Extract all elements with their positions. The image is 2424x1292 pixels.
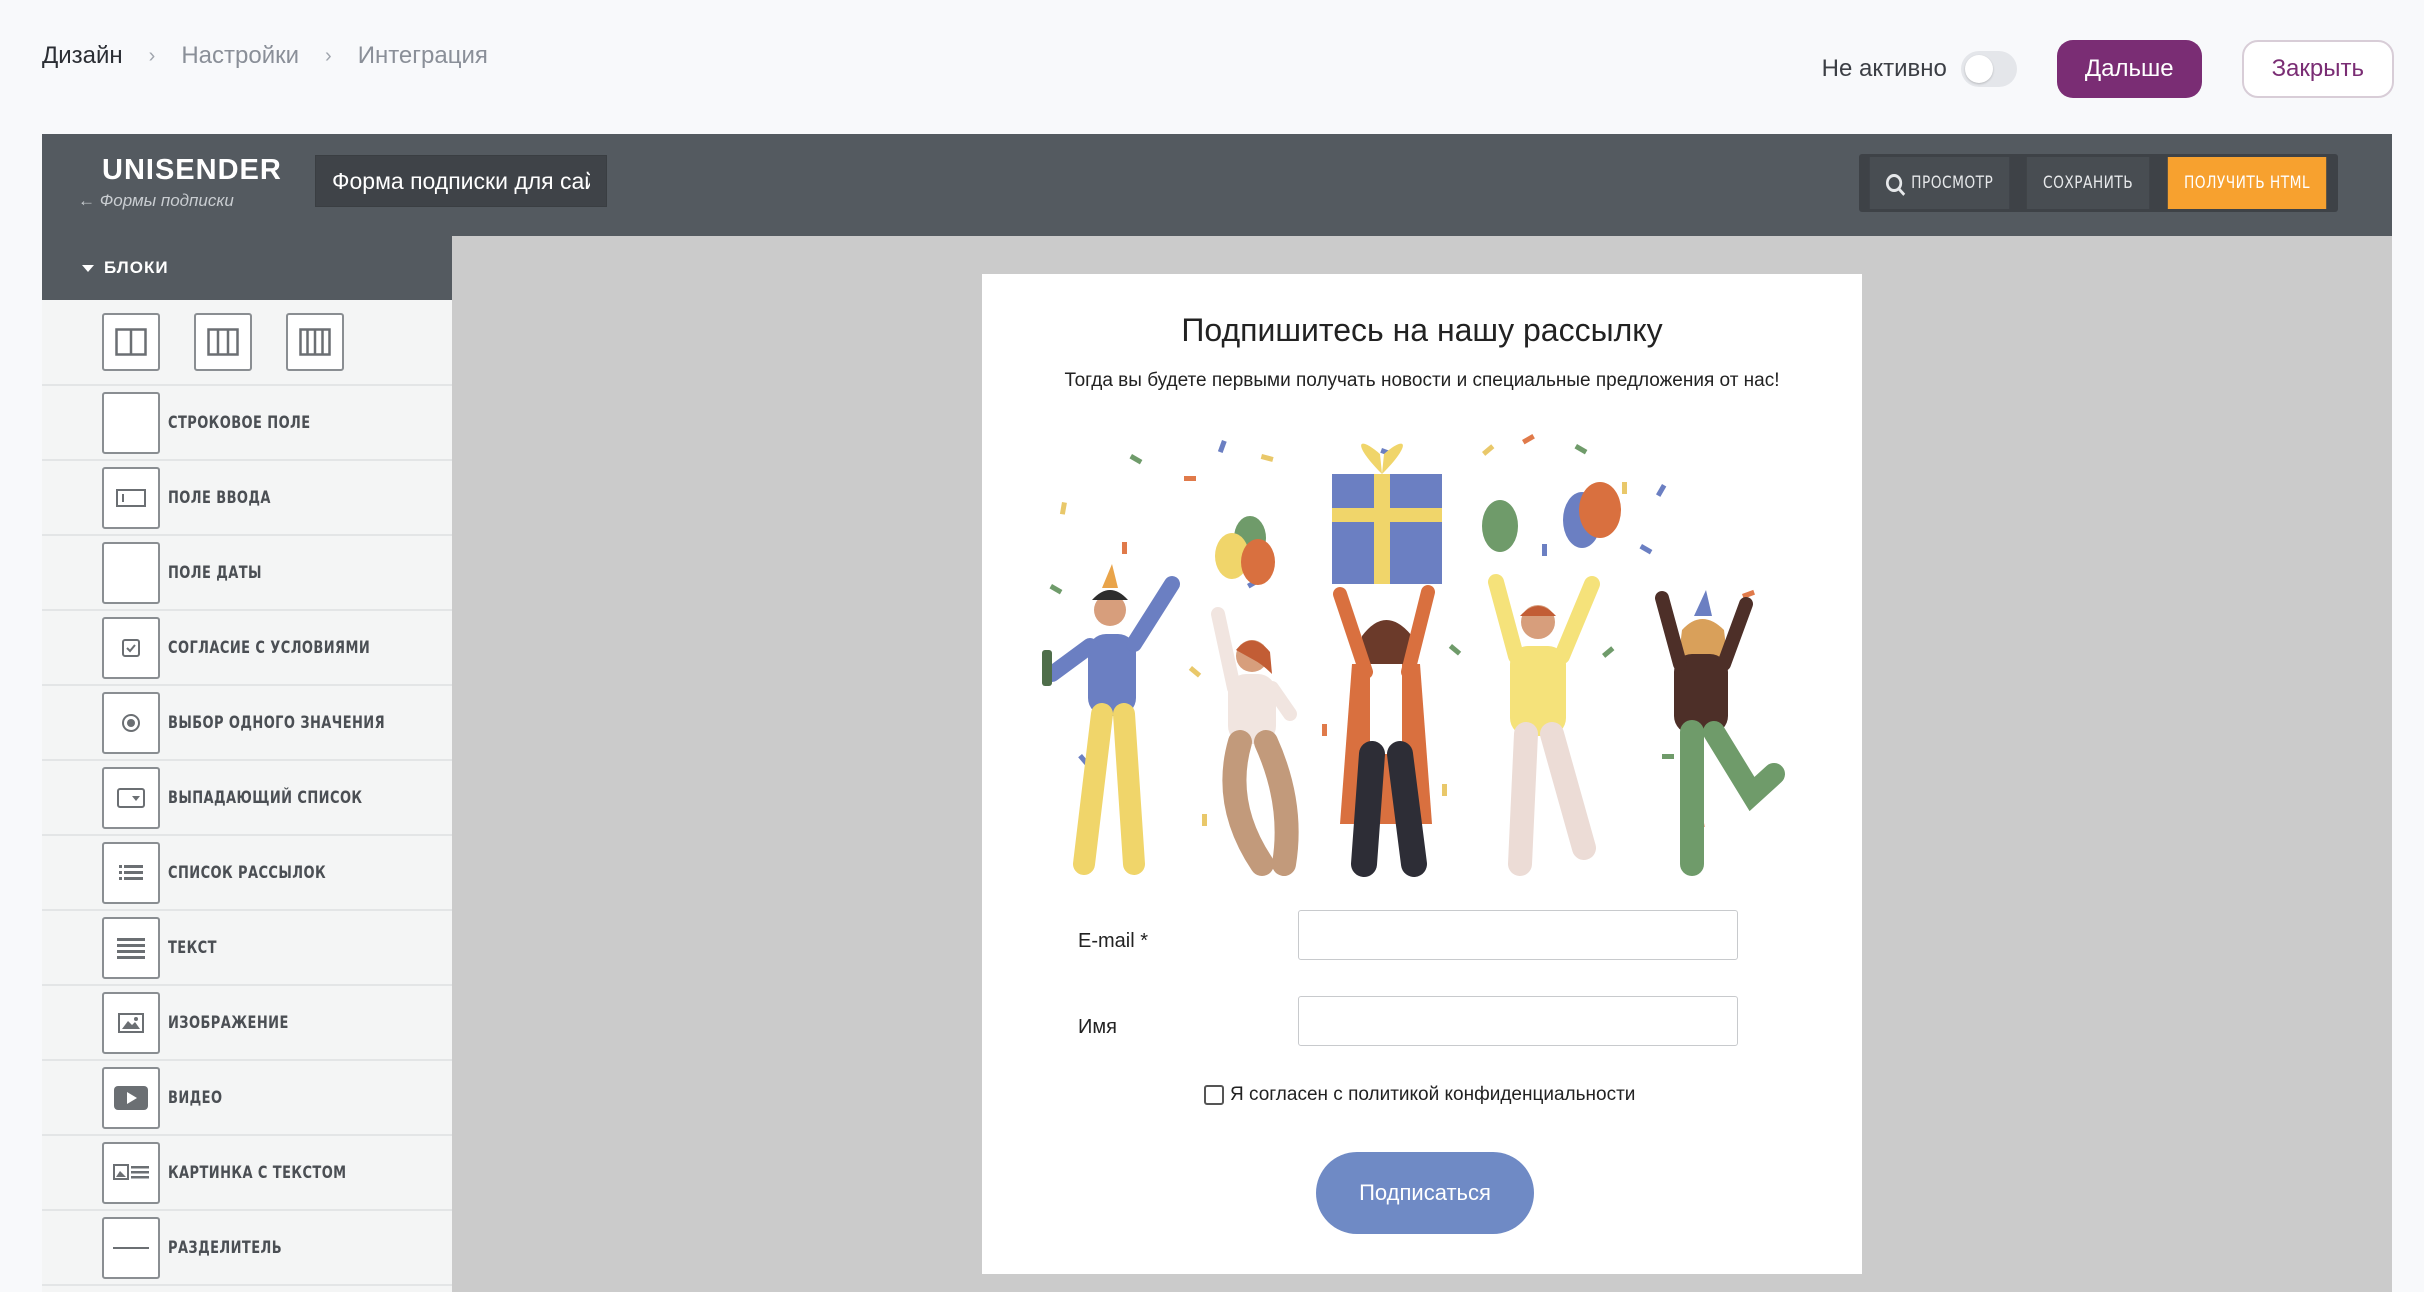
form-title[interactable]: Подпишитесь на нашу рассылку xyxy=(982,312,1862,349)
block-image-with-text[interactable]: КАРТИНКА С ТЕКСТОМ xyxy=(42,1136,452,1211)
two-columns-icon[interactable] xyxy=(102,313,160,371)
consent-checkbox[interactable] xyxy=(1204,1085,1224,1105)
three-columns-icon[interactable] xyxy=(194,313,252,371)
blocks-heading[interactable]: БЛОКИ xyxy=(42,236,452,300)
breadcrumb-settings[interactable]: Настройки xyxy=(181,42,299,70)
block-image[interactable]: ИЗОБРАЖЕНИЕ xyxy=(42,986,452,1061)
block-label: ИЗОБРАЖЕНИЕ xyxy=(168,1012,289,1033)
subscription-form-preview[interactable]: Подпишитесь на нашу рассылку Тогда вы бу… xyxy=(982,274,1862,1274)
logo: UNISENDER ← Формы подписки xyxy=(78,154,282,211)
divider-icon xyxy=(102,1216,160,1279)
chevron-right-icon: › xyxy=(325,44,332,67)
email-label: E-mail * xyxy=(1078,930,1149,952)
close-button[interactable]: Закрыть xyxy=(2241,40,2394,98)
block-label: ВИДЕО xyxy=(168,1087,223,1108)
status-label: Не активно xyxy=(1821,55,1947,82)
caret-down-icon xyxy=(82,264,94,272)
block-label: ПОЛЕ ВВОДА xyxy=(168,487,271,508)
editor-header: UNISENDER ← Формы подписки ПРОСМОТР СОХР… xyxy=(42,134,2392,236)
block-text[interactable]: ТЕКСТ xyxy=(42,911,452,986)
form-editor: UNISENDER ← Формы подписки ПРОСМОТР СОХР… xyxy=(42,134,2392,1292)
preview-label: ПРОСМОТР xyxy=(1910,173,1993,193)
columns-row xyxy=(42,300,452,386)
block-label: ПОЛЕ ДАТЫ xyxy=(168,562,262,583)
radio-icon xyxy=(102,691,160,754)
block-label: СПИСОК РАССЫЛОК xyxy=(168,862,327,883)
email-input[interactable] xyxy=(1298,910,1738,960)
breadcrumb-design[interactable]: Дизайн xyxy=(42,42,123,70)
block-video[interactable]: ВИДЕО xyxy=(42,1061,452,1136)
block-label: СОГЛАСИЕ С УСЛОВИЯМИ xyxy=(168,637,371,658)
active-toggle[interactable] xyxy=(1960,51,2017,87)
form-subtitle[interactable]: Тогда вы будете первыми получать новости… xyxy=(982,370,1862,392)
logo-text: UNISENDER xyxy=(102,154,282,186)
breadcrumb: Дизайн › Настройки › Интеграция xyxy=(42,42,488,70)
name-input[interactable] xyxy=(1298,996,1738,1046)
block-label: РАЗДЕЛИТЕЛЬ xyxy=(168,1237,283,1258)
checkbox-icon xyxy=(102,616,160,679)
block-input-field[interactable]: ПОЛЕ ВВОДА xyxy=(42,461,452,536)
privacy-consent[interactable]: Я согласен с политикой конфиденциальност… xyxy=(1204,1084,1635,1106)
blank-field-icon xyxy=(102,391,160,454)
get-html-button[interactable]: ПОЛУЧИТЬ HTML xyxy=(2167,157,2327,209)
dropdown-icon xyxy=(102,766,160,829)
blocks-sidebar: БЛОКИ СТРОКОВОЕ ПОЛЕ ПОЛЕ ВВОДА ПОЛЕ ДАТ… xyxy=(42,236,452,1292)
video-icon xyxy=(102,1066,160,1129)
subscribe-button[interactable]: Подписаться xyxy=(1316,1152,1534,1234)
top-actions: Не активно Дальше Закрыть xyxy=(1822,40,2394,98)
party-illustration[interactable] xyxy=(1022,424,1822,884)
header-actions: ПРОСМОТР СОХРАНИТЬ ПОЛУЧИТЬ HTML xyxy=(1858,154,2338,212)
block-mailing-list[interactable]: СПИСОК РАССЫЛОК xyxy=(42,836,452,911)
name-label: Имя xyxy=(1078,1016,1117,1038)
back-to-forms-link[interactable]: ← Формы подписки xyxy=(78,191,282,211)
block-string-field[interactable]: СТРОКОВОЕ ПОЛЕ xyxy=(42,386,452,461)
input-field-icon xyxy=(102,466,160,529)
form-name-input[interactable] xyxy=(315,155,607,207)
breadcrumb-integration[interactable]: Интеграция xyxy=(358,42,488,70)
blank-field-icon xyxy=(102,541,160,604)
top-bar: Дизайн › Настройки › Интеграция Не актив… xyxy=(0,0,2424,134)
image-icon xyxy=(102,991,160,1054)
four-columns-icon[interactable] xyxy=(286,313,344,371)
block-consent[interactable]: СОГЛАСИЕ С УСЛОВИЯМИ xyxy=(42,611,452,686)
text-icon xyxy=(102,916,160,979)
block-dropdown[interactable]: ВЫПАДАЮЩИЙ СПИСОК xyxy=(42,761,452,836)
block-divider[interactable]: РАЗДЕЛИТЕЛЬ xyxy=(42,1211,452,1286)
save-button[interactable]: СОХРАНИТЬ xyxy=(2026,157,2150,209)
block-label: СТРОКОВОЕ ПОЛЕ xyxy=(168,412,311,433)
block-label: ВЫПАДАЮЩИЙ СПИСОК xyxy=(168,787,363,808)
block-label: КАРТИНКА С ТЕКСТОМ xyxy=(168,1162,347,1183)
block-date-field[interactable]: ПОЛЕ ДАТЫ xyxy=(42,536,452,611)
blocks-heading-label: БЛОКИ xyxy=(104,258,169,277)
consent-label: Я согласен с политикой конфиденциальност… xyxy=(1230,1084,1636,1105)
next-button[interactable]: Дальше xyxy=(2056,40,2202,98)
block-radio[interactable]: ВЫБОР ОДНОГО ЗНАЧЕНИЯ xyxy=(42,686,452,761)
preview-button[interactable]: ПРОСМОТР xyxy=(1869,157,2010,209)
magnifier-icon xyxy=(1885,174,1902,192)
image-text-icon xyxy=(102,1141,160,1204)
block-label: ТЕКСТ xyxy=(168,937,217,958)
chevron-right-icon: › xyxy=(148,44,156,67)
block-label: ВЫБОР ОДНОГО ЗНАЧЕНИЯ xyxy=(168,712,386,733)
list-icon xyxy=(102,841,160,904)
